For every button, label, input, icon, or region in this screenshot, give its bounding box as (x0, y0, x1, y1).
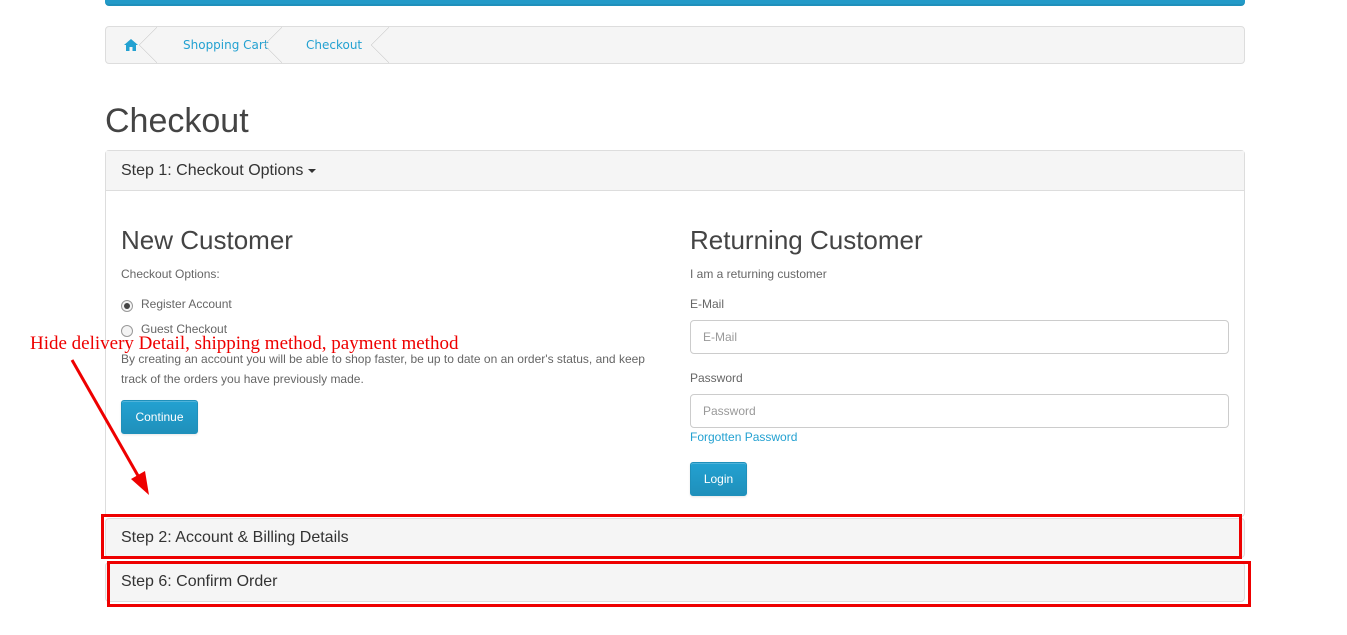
new-customer-title: New Customer (121, 225, 293, 255)
step2-highlight-box (101, 514, 1242, 559)
breadcrumb: Shopping Cart Checkout (105, 26, 1245, 64)
top-nav-bar (105, 0, 1245, 6)
checkout-options-label: Checkout Options: (121, 267, 220, 281)
password-input[interactable] (690, 394, 1229, 428)
email-label: E-Mail (690, 297, 725, 311)
annotation-text: Hide delivery Detail, shipping method, p… (30, 333, 459, 354)
step1-heading-label: Step 1: Checkout Options (121, 161, 304, 179)
password-label: Password (690, 371, 743, 385)
login-button[interactable]: Login (690, 462, 747, 496)
breadcrumb-home[interactable] (106, 27, 157, 63)
returning-customer-subtitle: I am a returning customer (690, 267, 827, 281)
returning-customer-title: Returning Customer (690, 225, 923, 255)
breadcrumb-shopping-cart[interactable]: Shopping Cart (156, 27, 282, 63)
forgotten-password-link[interactable]: Forgotten Password (690, 430, 797, 444)
page-title: Checkout (105, 102, 249, 140)
email-input[interactable] (690, 320, 1229, 354)
register-account-radio[interactable] (121, 300, 133, 312)
new-customer-description: By creating an account you will be able … (121, 352, 645, 386)
register-account-label[interactable]: Register Account (141, 297, 232, 311)
continue-button[interactable]: Continue (121, 400, 198, 434)
step6-highlight-box (107, 561, 1251, 607)
caret-down-icon (308, 168, 317, 173)
breadcrumb-checkout[interactable]: Checkout (281, 27, 391, 63)
home-icon (124, 39, 138, 51)
step1-heading[interactable]: Step 1: Checkout Options (106, 151, 1244, 191)
